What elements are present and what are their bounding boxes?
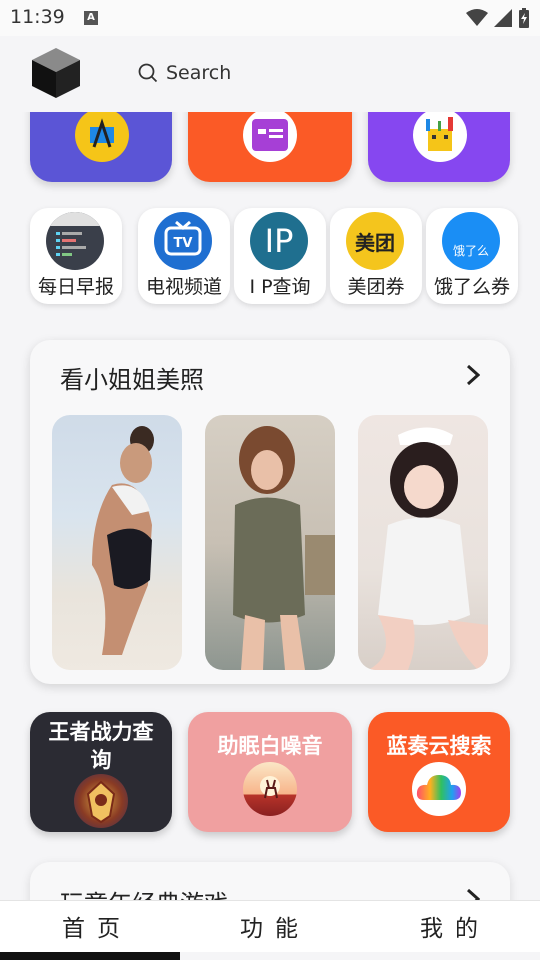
code-terminal-icon xyxy=(46,212,104,270)
search-bar[interactable]: Search xyxy=(138,62,231,84)
android-studio-icon xyxy=(75,112,129,162)
gesture-bar xyxy=(0,952,180,960)
retro-games-card[interactable]: 玩童年经典游戏 xyxy=(30,862,510,900)
bottom-nav: 首页 功能 我的 xyxy=(0,900,540,952)
photo-beach[interactable] xyxy=(52,415,182,670)
status-time: 11:39 xyxy=(10,6,65,28)
shortcut-meituan[interactable]: 美团 美团券 xyxy=(330,208,422,304)
shortcut-tv-channels[interactable]: TV 电视频道 xyxy=(138,208,230,304)
chevron-right-icon[interactable] xyxy=(466,364,480,386)
ip-icon: IP xyxy=(250,212,308,270)
tool-label: 蓝奏云搜索 xyxy=(386,734,492,758)
shortcut-label: 饿了么券 xyxy=(433,276,510,298)
tv-icon: TV xyxy=(154,212,212,270)
tool-label: 王者战力查询 xyxy=(48,720,154,772)
notification-icon: A xyxy=(84,11,98,25)
search-label: Search xyxy=(166,62,232,84)
retro-games-title: 玩童年经典游戏 xyxy=(60,884,228,900)
meituan-icon: 美团 xyxy=(346,212,404,270)
svg-text:TV: TV xyxy=(174,236,193,251)
nav-mine[interactable]: 我的 xyxy=(420,909,490,943)
shortcut-row: 每日早报 TV 电视频道 IP I P查询 美团 美团券 饿了么 饿了么券 xyxy=(30,208,518,306)
top-card-android[interactable] xyxy=(30,112,172,182)
status-icons xyxy=(466,8,530,28)
nav-home[interactable]: 首页 xyxy=(62,909,132,943)
shortcut-daily-news[interactable]: 每日早报 xyxy=(30,208,122,304)
battery-icon xyxy=(519,8,529,28)
gallery-title: 看小姐姐美照 xyxy=(60,366,204,394)
tool-label: 助眠白噪音 xyxy=(217,734,323,758)
scroll-content[interactable]: 每日早报 TV 电视频道 IP I P查询 美团 美团券 饿了么 饿了么券 看小… xyxy=(0,112,540,900)
top-card-toolbox[interactable] xyxy=(368,112,510,182)
eleme-icon: 饿了么 xyxy=(442,212,500,270)
photo-maid[interactable] xyxy=(358,415,488,670)
chevron-right-icon[interactable] xyxy=(466,888,480,900)
status-bar: 11:39 A xyxy=(0,0,540,36)
cube-logo-icon xyxy=(32,48,80,98)
tool-lanzou-search[interactable]: 蓝奏云搜索 xyxy=(368,712,510,832)
nav-features[interactable]: 功能 xyxy=(240,909,310,943)
tool-honor-of-kings[interactable]: 王者战力查询 xyxy=(30,712,172,832)
shortcut-label: 美团券 xyxy=(347,276,405,298)
app-bar: Search xyxy=(0,36,540,112)
eleme-icon-text: 饿了么 xyxy=(452,243,489,258)
tool-white-noise[interactable]: 助眠白噪音 xyxy=(188,712,352,832)
shortcut-eleme[interactable]: 饿了么 饿了么券 xyxy=(426,208,518,304)
signal-icon xyxy=(494,9,512,27)
photo-kitchen[interactable] xyxy=(205,415,335,670)
top-card-slides[interactable] xyxy=(188,112,352,182)
meituan-icon-text: 美团 xyxy=(355,230,395,255)
game-emblem-icon xyxy=(74,774,128,828)
sunset-deer-icon xyxy=(243,762,297,816)
shortcut-label: 电视频道 xyxy=(145,276,222,298)
slides-app-icon xyxy=(243,112,297,162)
toolbox-app-icon xyxy=(413,112,467,162)
rainbow-cloud-icon xyxy=(412,762,466,816)
gallery-card[interactable]: 看小姐姐美照 xyxy=(30,340,510,684)
search-icon xyxy=(138,63,158,83)
wifi-icon xyxy=(466,9,488,26)
shortcut-label: I P查询 xyxy=(249,276,311,298)
shortcut-label: 每日早报 xyxy=(37,276,114,298)
ip-icon-text: IP xyxy=(264,222,294,260)
shortcut-ip-lookup[interactable]: IP I P查询 xyxy=(234,208,326,304)
